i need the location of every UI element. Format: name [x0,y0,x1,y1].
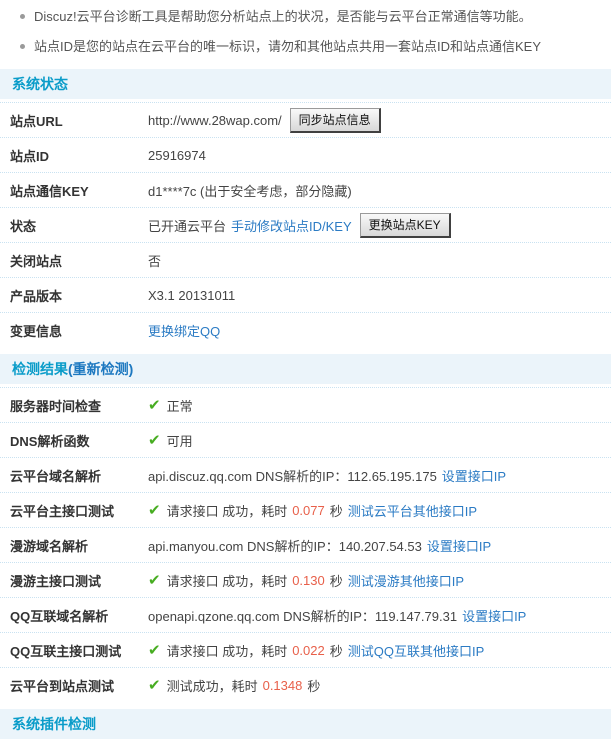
row-manyou-dns: 漫游域名解析 api.manyou.com DNS解析的IP：140.207.5… [0,528,611,563]
rebind-qq-link[interactable]: 更换绑定QQ [148,321,220,340]
row-label: 变更信息 [10,324,63,339]
row-site-id: 站点ID 25916974 [0,138,611,173]
product-version-value: X3.1 20131011 [148,287,236,303]
system-status-table: 站点URL http://www.28wap.com/ 同步站点信息 站点ID … [0,102,611,348]
set-interface-ip-link[interactable]: 设置接口IP [442,466,506,485]
site-key-value: d1****7c (出于安全考虑，部分隐藏) [148,183,352,199]
test-other-cloud-ip-link[interactable]: 测试云平台其他接口IP [348,501,477,520]
row-status: 状态 已开通云平台 手动修改站点ID/KEY 更换站点KEY [0,208,611,243]
check-icon: ✔ [148,501,161,519]
row-label: QQ互联主接口测试 [10,643,122,659]
row-label: 漫游主接口测试 [10,573,102,589]
bullet-icon [20,14,25,19]
site-closed-value: 否 [148,253,162,269]
check-icon: ✔ [148,641,161,659]
bullet-icon [20,44,25,49]
check-icon: ✔ [148,396,161,414]
row-cloud-api-test: 云平台主接口测试 ✔ 请求接口 成功，耗时 0.077 秒 测试云平台其他接口I… [0,493,611,528]
section-header-system-status: 系统状态 [0,69,611,99]
site-url-value: http://www.28wap.com/ [148,112,282,128]
row-qq-api-test: QQ互联主接口测试 ✔ 请求接口 成功，耗时 0.022 秒 测试QQ互联其他接… [0,633,611,668]
check-icon: ✔ [148,571,161,589]
row-label: 站点ID [10,148,50,164]
row-manyou-api-test: 漫游主接口测试 ✔ 请求接口 成功，耗时 0.130 秒 测试漫游其他接口IP [0,563,611,598]
set-interface-ip-link[interactable]: 设置接口IP [462,606,526,625]
row-server-time-check: 服务器时间检查 ✔ 正常 [0,388,611,423]
status-text: 可用 [166,433,193,449]
row-site-url: 站点URL http://www.28wap.com/ 同步站点信息 [0,103,611,138]
test-result-text: 请求接口 成功，耗时 [166,573,288,589]
row-label: 产品版本 [10,288,63,304]
row-label: 云平台到站点测试 [10,679,115,694]
row-label: 服务器时间检查 [10,398,102,414]
change-site-key-button[interactable]: 更换站点KEY [359,212,451,238]
intro-notes: Discuz!云平台诊断工具是帮助您分析站点上的状况，是否能与云平台正常通信等功… [0,9,611,54]
site-id-value: 25916974 [148,147,206,163]
note-text: 站点ID是您的站点在云平台的唯一标识，请勿和其他站点共用一套站点ID和站点通信K… [34,39,542,54]
list-item: 站点ID是您的站点在云平台的唯一标识，请勿和其他站点共用一套站点ID和站点通信K… [20,39,611,54]
status-text: 正常 [166,398,193,414]
check-results-table: 服务器时间检查 ✔ 正常 DNS解析函数 ✔ 可用 云平台域名解析 api.di… [0,387,611,703]
row-change-info: 变更信息 更换绑定QQ [0,313,611,348]
elapsed-seconds: 0.077 [292,502,325,518]
section-title: 系统状态 [12,76,68,92]
note-text: Discuz!云平台诊断工具是帮助您分析站点上的状况，是否能与云平台正常通信等功… [34,9,532,24]
row-label: 云平台主接口测试 [10,503,115,519]
section-header-plugin-check: 系统插件检测 [0,709,611,739]
set-interface-ip-link[interactable]: 设置接口IP [427,536,491,555]
row-label: 漫游域名解析 [10,538,89,554]
row-label: 关闭站点 [10,253,63,269]
row-label: DNS解析函数 [10,433,90,449]
unit-text: 秒 [329,573,343,589]
test-result-text: 请求接口 成功，耗时 [166,643,288,659]
unit-text: 秒 [329,503,343,519]
row-dns-function: DNS解析函数 ✔ 可用 [0,423,611,458]
row-label: QQ互联域名解析 [10,608,109,624]
elapsed-seconds: 0.1348 [262,678,303,693]
check-icon: ✔ [148,431,161,449]
sync-site-info-button[interactable]: 同步站点信息 [289,107,381,133]
row-label: 状态 [10,218,37,234]
row-site-key: 站点通信KEY d1****7c (出于安全考虑，部分隐藏) [0,173,611,208]
list-item: Discuz!云平台诊断工具是帮助您分析站点上的状况，是否能与云平台正常通信等功… [20,9,611,24]
modify-id-key-link[interactable]: 手动修改站点ID/KEY [231,216,352,235]
dns-result-text: openapi.qzone.qq.com DNS解析的IP：119.147.79… [148,608,458,624]
row-label: 站点URL [10,113,63,129]
test-result-text: 测试成功，耗时 [166,679,258,694]
elapsed-seconds: 0.022 [292,642,325,658]
unit-text: 秒 [307,679,321,694]
test-other-manyou-ip-link[interactable]: 测试漫游其他接口IP [348,571,464,590]
test-result-text: 请求接口 成功，耗时 [166,503,288,519]
dns-result-text: api.manyou.com DNS解析的IP：140.207.54.53 [148,538,422,554]
recheck-link[interactable]: (重新检测) [68,361,133,377]
elapsed-seconds: 0.130 [292,572,325,588]
row-cloud-dns: 云平台域名解析 api.discuz.qq.com DNS解析的IP：112.6… [0,458,611,493]
row-cloud-to-site-test: 云平台到站点测试 ✔ 测试成功，耗时 0.1348 秒 [0,668,611,703]
test-other-qq-ip-link[interactable]: 测试QQ互联其他接口IP [348,641,485,660]
unit-text: 秒 [329,643,343,659]
check-icon: ✔ [148,677,161,694]
row-qq-dns: QQ互联域名解析 openapi.qzone.qq.com DNS解析的IP：1… [0,598,611,633]
dns-result-text: api.discuz.qq.com DNS解析的IP：112.65.195.17… [148,468,437,484]
status-value: 已开通云平台 [148,218,227,234]
row-label: 站点通信KEY [10,183,89,199]
row-product-version: 产品版本 X3.1 20131011 [0,278,611,313]
section-title: 系统插件检测 [12,716,96,732]
section-title: 检测结果 [12,361,68,377]
row-label: 云平台域名解析 [10,468,102,484]
section-header-check-results: 检测结果(重新检测) [0,354,611,384]
row-site-closed: 关闭站点 否 [0,243,611,278]
